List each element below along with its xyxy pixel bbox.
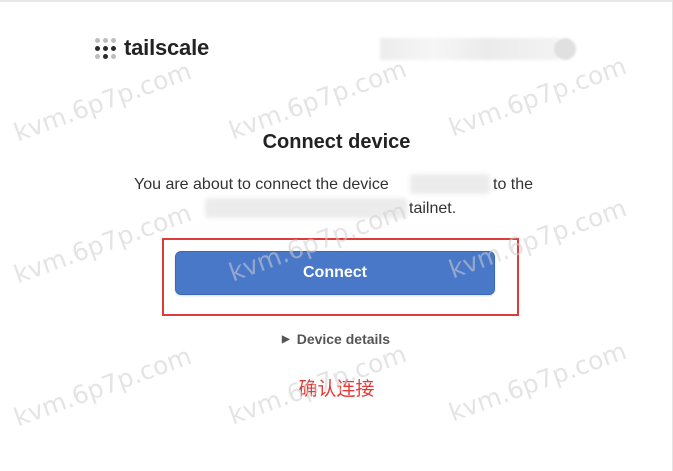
description-start: You are about to connect the device [134,176,389,193]
avatar[interactable] [554,38,576,60]
triangle-right-icon: ▶ [282,333,290,345]
description-end: tailnet. [409,200,457,217]
connect-button-label: Connect [303,264,367,281]
top-border [0,0,673,2]
tailscale-dots-icon [95,37,116,59]
page-title: Connect device [262,131,411,153]
brand-name: tailscale [124,35,210,60]
device-name-redacted [410,174,490,194]
account-name-redacted[interactable] [380,38,558,60]
device-details-toggle[interactable]: ▶ Device details [282,331,390,347]
description-mid: to the [493,176,534,193]
watermark: kvm.6p7p.com [445,51,631,143]
device-details-label: Device details [296,331,391,347]
tailscale-logo: tailscale [95,35,209,61]
